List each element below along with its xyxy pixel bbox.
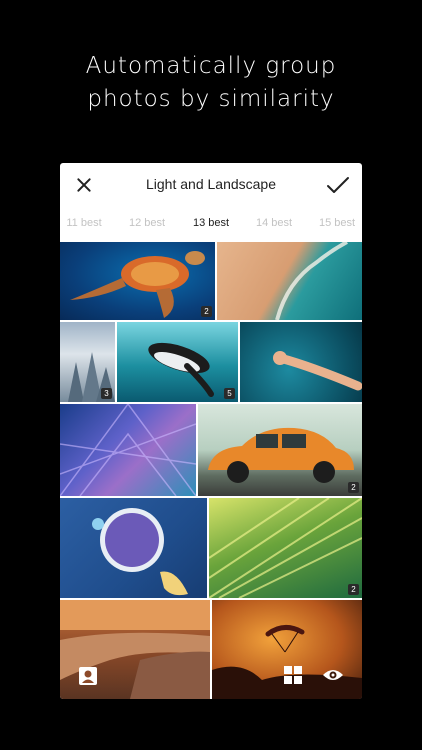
group-count-badge: 2 [348, 482, 359, 493]
tab-14-best[interactable]: 14 best [256, 217, 292, 229]
wave-line [275, 242, 348, 320]
orange-beetle-car-photo[interactable]: 2 [198, 404, 362, 496]
group-count-badge: 2 [348, 584, 359, 595]
eye-icon[interactable] [322, 668, 344, 682]
portrait-icon[interactable] [78, 666, 98, 686]
tab-12-best[interactable]: 12 best [129, 217, 165, 229]
album-card: Light and Landscape 11 best 12 best 13 b… [60, 163, 362, 699]
car-illustration [208, 427, 354, 483]
paraglider-sunset-photo[interactable] [212, 600, 362, 699]
headline: Automatically group photos by similarity [0, 50, 422, 116]
card-header: Light and Landscape [60, 163, 362, 207]
turtle-photo[interactable]: 2 [60, 242, 215, 320]
geometric-ceiling-photo[interactable] [60, 404, 196, 496]
penguin-photo[interactable]: 5 [117, 322, 238, 402]
tab-11-best[interactable]: 11 best [66, 217, 101, 229]
grid-icon[interactable] [284, 666, 302, 684]
coastline-sunset-photo[interactable] [60, 600, 210, 699]
headline-line-1: Automatically group [85, 53, 337, 79]
paraglider-illustration [212, 625, 362, 699]
beach-aerial-photo[interactable] [217, 242, 362, 320]
headline-line-2: photos by similarity [87, 86, 335, 112]
leaf-illustration [209, 498, 362, 598]
penguin-illustration [148, 342, 214, 397]
turtle-illustration [70, 251, 205, 318]
best-count-tabs: 11 best 12 best 13 best 14 best 15 best [60, 213, 362, 237]
hand-in-water-photo[interactable] [240, 322, 362, 402]
hand-illustration [273, 351, 362, 391]
close-icon[interactable] [74, 175, 94, 195]
snowy-forest-photo[interactable]: 3 [60, 322, 115, 402]
group-count-badge: 3 [101, 388, 112, 399]
palm-leaf-photo[interactable]: 2 [209, 498, 362, 598]
group-count-badge: 2 [201, 306, 212, 317]
bowl-illustration [92, 508, 188, 596]
album-title: Light and Landscape [146, 176, 276, 192]
tab-13-best[interactable]: 13 best [193, 217, 229, 229]
photo-grid: 2 3 5 2 2 [60, 242, 362, 699]
smoothie-bowl-photo[interactable] [60, 498, 207, 598]
geometric-pattern [60, 404, 196, 496]
checkmark-icon[interactable] [326, 175, 350, 195]
group-count-badge: 5 [224, 388, 235, 399]
tab-15-best[interactable]: 15 best [319, 217, 355, 229]
